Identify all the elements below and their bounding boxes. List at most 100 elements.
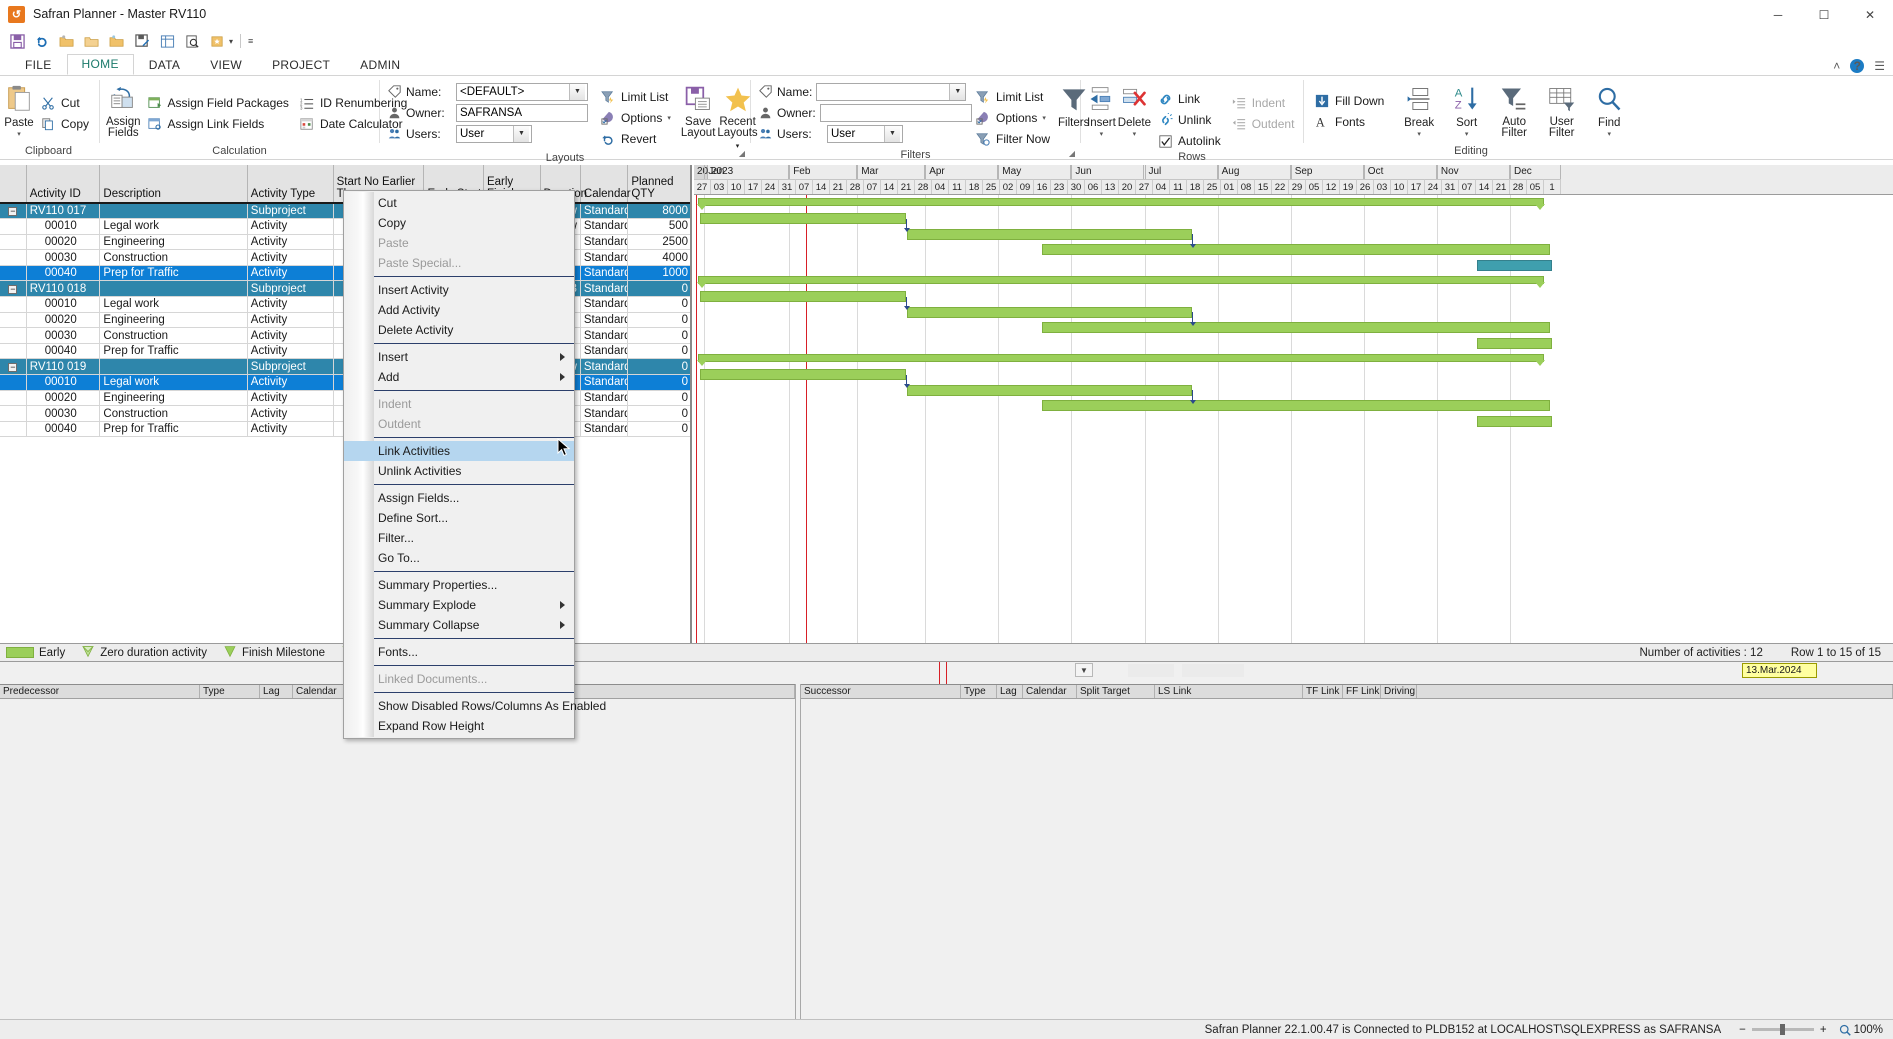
cell-calendar[interactable]: Standard [580, 280, 629, 298]
cell-activity_id[interactable]: 00020 [26, 234, 101, 251]
cell-planned_qty[interactable]: 1000 [627, 265, 690, 282]
cell-planned_qty[interactable]: 0 [627, 405, 690, 422]
cell-calendar[interactable]: Standard [580, 249, 629, 266]
expand-collapse-icon[interactable]: − [8, 207, 18, 217]
context-menu[interactable]: Cut Copy Paste Paste Special... Insert Activ… [343, 190, 606, 739]
minimize-button[interactable]: ─ [1755, 0, 1801, 29]
autolink-checkbox[interactable]: Autolink [1153, 131, 1225, 151]
zoom-slider[interactable] [1751, 1024, 1814, 1035]
filter-users-combo[interactable]: ▼ [827, 124, 903, 143]
paste-caret-icon[interactable]: ▾ [17, 129, 21, 141]
filter-now-button[interactable]: Filter Now [971, 129, 1054, 149]
layout-grid-icon[interactable] [156, 31, 178, 51]
save-as-icon[interactable] [131, 31, 153, 51]
predecessor-col-type[interactable]: Type [200, 685, 260, 698]
chevron-down-icon[interactable]: ▼ [513, 125, 529, 142]
context-menu-item-cut[interactable]: Cut [344, 193, 574, 213]
context-menu-item-fonts[interactable]: Fonts... [344, 642, 574, 662]
grid-col-indicator[interactable] [0, 165, 27, 204]
cell-activity_type[interactable]: Subproject [247, 280, 334, 298]
cell-planned_qty[interactable]: 0 [627, 358, 690, 376]
sort-caret-icon[interactable]: ▾ [1465, 129, 1469, 141]
context-menu-item-define-sort[interactable]: Define Sort... [344, 508, 574, 528]
new-project-icon[interactable] [56, 31, 78, 51]
tab-project[interactable]: PROJECT [257, 55, 345, 75]
cell-planned_qty[interactable]: 0 [627, 390, 690, 407]
cell-ind[interactable] [0, 234, 27, 251]
successor-pane[interactable]: Successor Type Lag Calendar Split Target… [801, 684, 1893, 1019]
cell-activity_type[interactable]: Activity [247, 390, 334, 407]
context-menu-item-filter[interactable]: Filter... [344, 528, 574, 548]
context-menu-item-add-activity[interactable]: Add Activity [344, 300, 574, 320]
cell-activity_type[interactable]: Activity [247, 312, 334, 329]
cell-planned_qty[interactable]: 500 [627, 218, 690, 235]
cell-activity_id[interactable]: 00010 [26, 374, 101, 391]
filters-limit-list-button[interactable]: Limit List [971, 87, 1054, 107]
layout-name-combo[interactable]: ▼ [456, 82, 588, 101]
cell-activity_id[interactable]: 00020 [26, 390, 101, 407]
break-button[interactable]: Break ▾ [1396, 79, 1442, 141]
grid-col-activity-id[interactable]: Activity ID [26, 165, 101, 204]
help-icon[interactable]: ? [1850, 59, 1865, 73]
zoom-knob[interactable] [1779, 1024, 1785, 1035]
assign-field-packages-button[interactable]: Assign Field Packages [143, 93, 293, 113]
gantt-bar-engineering-018[interactable] [907, 306, 1192, 318]
cell-description[interactable]: Engineering [99, 312, 248, 329]
cell-description[interactable]: Legal work [99, 374, 248, 391]
gantt-bars-area[interactable] [694, 195, 1893, 650]
predecessor-col-calendar[interactable]: Calendar [293, 685, 347, 698]
cell-activity_id[interactable]: 00030 [26, 405, 101, 422]
user-filter-button[interactable]: User Filter [1539, 79, 1585, 139]
successor-col-lag[interactable]: Lag [997, 685, 1023, 698]
link-button[interactable]: Link [1153, 89, 1225, 109]
successor-col-tf-link[interactable]: TF Link [1303, 685, 1343, 698]
cell-planned_qty[interactable]: 0 [627, 421, 690, 438]
cell-ind[interactable] [0, 296, 27, 313]
predecessor-body[interactable] [0, 699, 795, 1019]
fill-down-button[interactable]: Fill Down [1310, 91, 1388, 111]
cell-activity_id[interactable]: RV110 019 [26, 358, 101, 376]
gantt-bar-summary-rv110-017[interactable] [698, 198, 1544, 206]
cell-activity_id[interactable]: 00010 [26, 296, 101, 313]
cell-ind[interactable]: − [0, 280, 27, 298]
gantt-bar-summary-rv110-018[interactable] [698, 276, 1544, 284]
gantt-bar-legal-work-017[interactable] [700, 213, 906, 225]
cell-activity_type[interactable]: Activity [247, 374, 334, 391]
layouts-revert-button[interactable]: Revert [596, 129, 675, 149]
options-caret-icon[interactable]: ▾ [1042, 114, 1046, 122]
context-menu-item-insert-activity[interactable]: Insert Activity [344, 280, 574, 300]
successor-col-ls-link[interactable]: LS Link [1155, 685, 1303, 698]
context-menu-item-expand-row-height[interactable]: Expand Row Height [344, 716, 574, 736]
cell-calendar[interactable]: Standard [580, 405, 629, 422]
successor-col-driving[interactable]: Driving [1381, 685, 1417, 698]
cell-activity_id[interactable]: RV110 018 [26, 280, 101, 298]
context-menu-item-go-to[interactable]: Go To... [344, 548, 574, 568]
filters-options-button[interactable]: Options ▾ [971, 108, 1054, 128]
break-caret-icon[interactable]: ▾ [1417, 129, 1421, 141]
gantt-bar-prep-for-traffic-017[interactable] [1477, 259, 1552, 271]
zoom-control[interactable]: − + 100% [1739, 1024, 1883, 1036]
cell-activity_id[interactable]: RV110 017 [26, 203, 101, 220]
indent-button[interactable]: Indent [1227, 93, 1299, 113]
filters-dialog-launcher[interactable]: ◢ [1069, 149, 1075, 158]
zoom-in-button[interactable]: + [1820, 1024, 1827, 1036]
cell-activity_type[interactable]: Activity [247, 327, 334, 344]
cell-planned_qty[interactable]: 8000 [627, 203, 690, 220]
cell-calendar[interactable]: Standard [580, 265, 629, 282]
cell-activity_id[interactable]: 00040 [26, 343, 101, 360]
layout-users-combo[interactable]: ▼ [456, 124, 532, 143]
cell-activity_id[interactable]: 00040 [26, 421, 101, 438]
scroll-dropdown-icon[interactable]: ▼ [1075, 663, 1093, 677]
qat-customize-icon[interactable]: ≡ [248, 36, 253, 46]
cell-planned_qty[interactable]: 0 [627, 280, 690, 298]
filter-name-combo[interactable]: ▼ [816, 82, 967, 101]
cell-calendar[interactable]: Standard [580, 218, 629, 235]
scroll-segment-2[interactable] [1182, 664, 1244, 677]
assign-link-fields-button[interactable]: Assign Link Fields [143, 114, 293, 134]
gantt-chart[interactable]: 20 2023 Jan Feb Mar Apr May Jun Jul Aug Sep Oct Nov D… [694, 165, 1893, 650]
tab-home[interactable]: HOME [66, 54, 134, 75]
cell-ind[interactable]: − [0, 203, 27, 220]
grid-col-planned-qty[interactable]: Planned QTY [627, 165, 690, 204]
gantt-bar-construction-019[interactable] [1042, 400, 1550, 412]
zoom-readout[interactable]: 100% [1839, 1024, 1883, 1036]
